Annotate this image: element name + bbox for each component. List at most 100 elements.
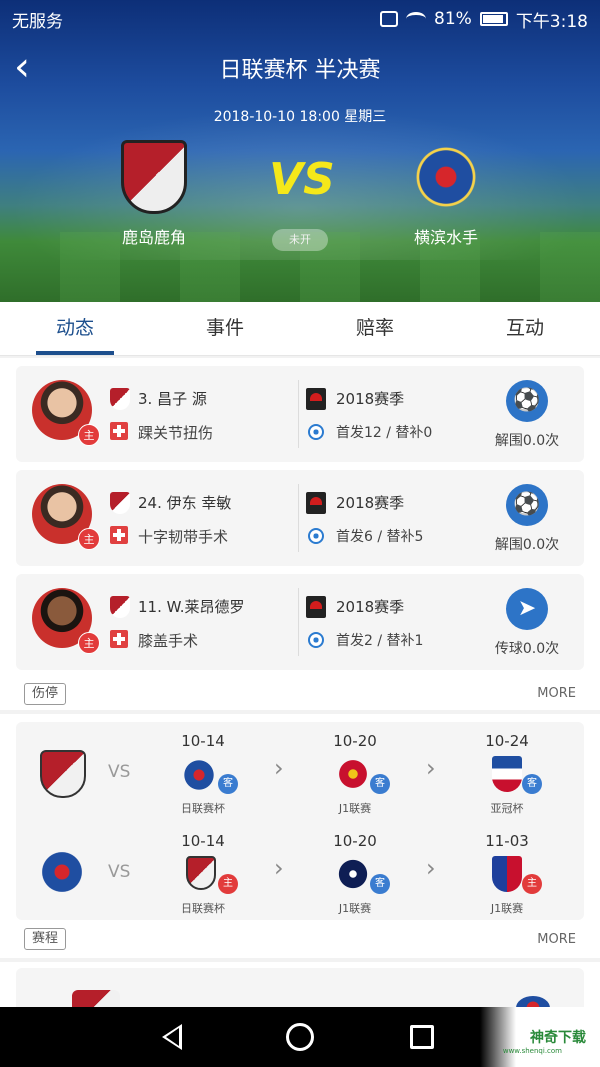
j-league-icon: [306, 596, 326, 618]
away-badge: 客: [522, 774, 542, 794]
pass-icon: ➤: [506, 588, 548, 630]
marinos-crest-icon: [516, 996, 550, 1007]
player-name: 11. W.莱昂德罗: [138, 598, 245, 616]
nav-home-icon[interactable]: [286, 1023, 314, 1051]
competition-label: J1联赛: [490, 902, 524, 915]
urawa-crest-icon[interactable]: [336, 756, 370, 792]
away-badge: 客: [370, 774, 390, 794]
away-team[interactable]: 横滨水手: [376, 140, 516, 248]
kashima-crest-icon: [72, 990, 120, 1007]
appearances: 首发12 / 替补0: [336, 425, 433, 441]
tab-bar: 动态 事件 赔率 互动: [0, 302, 600, 356]
injury-card[interactable]: 主 3. 昌子 源 踝关节扭伤 2018赛季 首发12 / 替补0 ⚽ 解围0.…: [16, 366, 584, 462]
football-icon: [308, 632, 324, 648]
kashima-crest-icon: [40, 750, 86, 798]
football-icon: [308, 528, 324, 544]
fixture-date: 10-24: [485, 732, 529, 750]
schedule-more-link[interactable]: MORE: [537, 932, 576, 947]
medical-cross-icon: [110, 526, 128, 544]
football-icon: [308, 424, 324, 440]
fixture-date: 10-20: [333, 832, 377, 850]
divider: [298, 588, 299, 656]
divider: [298, 484, 299, 552]
j-league-icon: [306, 492, 326, 514]
away-badge: 客: [370, 874, 390, 894]
vs-label: VS: [108, 862, 131, 882]
medical-cross-icon: [110, 422, 128, 440]
injury-type: 踝关节扭伤: [138, 424, 214, 442]
kashima-crest-icon: [110, 388, 130, 410]
schedule-tag: 赛程: [24, 928, 67, 950]
competition-label: 亚冠杯: [490, 802, 524, 815]
home-badge: 主: [78, 528, 100, 550]
preview-card[interactable]: [16, 968, 584, 1007]
medical-cross-icon: [110, 630, 128, 648]
nav-recent-icon[interactable]: [410, 1025, 434, 1049]
stat-value: 解围0.0次: [494, 433, 560, 449]
kashima-crest-icon: [110, 596, 130, 618]
competition-label: 日联赛杯: [181, 902, 225, 915]
battery-icon: [479, 12, 508, 26]
nav-back-icon[interactable]: [162, 1024, 182, 1050]
home-badge: 主: [78, 632, 100, 654]
match-datetime: 2018-10-10 18:00 星期三: [213, 109, 387, 125]
tab-interaction[interactable]: 互动: [450, 302, 600, 355]
fixture-date: 11-03: [485, 832, 529, 850]
schedule-section: VS 10-14 客 日联赛杯 › 10-20 客 J1联赛 › 10-24 客…: [0, 714, 600, 958]
injury-card[interactable]: 主 11. W.莱昂德罗 膝盖手术 2018赛季 首发2 / 替补1 ➤ 传球0…: [16, 574, 584, 670]
injury-tag: 伤停: [24, 683, 67, 705]
wifi-icon: [406, 12, 427, 26]
kashima-crest-icon: [110, 492, 130, 514]
gamba-crest-icon[interactable]: [336, 856, 370, 892]
home-badge: 主: [522, 874, 542, 894]
appearances: 首发2 / 替补1: [336, 633, 424, 649]
competition-label: J1联赛: [338, 902, 372, 915]
status-bar: 无服务 81% 下午3:18: [0, 0, 600, 38]
stat-value: 解围0.0次: [494, 537, 560, 553]
fixture-date: 10-14: [181, 832, 225, 850]
marinos-crest-icon: [413, 146, 479, 208]
match-status-badge: 未开: [272, 229, 328, 251]
suwon-crest-icon[interactable]: [492, 756, 522, 792]
marinos-crest-icon[interactable]: [182, 758, 216, 792]
player-name: 24. 伊东 幸敏: [138, 494, 232, 512]
watermark-logo: 神奇下载 www.shenqi.com: [480, 1007, 600, 1067]
carrier-text: 无服务: [12, 11, 63, 32]
tab-events[interactable]: 事件: [150, 302, 300, 355]
next-section-preview: [0, 962, 600, 1007]
fc-tokyo-crest-icon[interactable]: [492, 856, 522, 892]
chevron-right-icon: ›: [274, 854, 284, 882]
home-team[interactable]: 鹿岛鹿角: [84, 140, 224, 248]
injury-card[interactable]: 主 24. 伊东 幸敏 十字韧带手术 2018赛季 首发6 / 替补5 ⚽ 解围…: [16, 470, 584, 566]
vibrate-icon: [380, 11, 399, 27]
divider: [298, 380, 299, 448]
chevron-right-icon: ›: [426, 854, 436, 882]
schedule-box: VS 10-14 客 日联赛杯 › 10-20 客 J1联赛 › 10-24 客…: [16, 722, 584, 920]
vs-label: VS: [108, 762, 131, 782]
competition-label: J1联赛: [338, 802, 372, 815]
stat-value: 传球0.0次: [494, 641, 560, 657]
clearance-icon: ⚽: [506, 380, 548, 422]
competition-label: 日联赛杯: [181, 802, 225, 815]
home-badge: 主: [218, 874, 238, 894]
watermark-text: 神奇下载: [530, 1030, 586, 1046]
app-screen: 无服务 81% 下午3:18 ‹ 日联赛杯 半决赛 2018-10-10 18:…: [0, 0, 600, 1067]
match-header: 无服务 81% 下午3:18 ‹ 日联赛杯 半决赛 2018-10-10 18:…: [0, 0, 600, 302]
season-label: 2018赛季: [336, 598, 405, 616]
away-team-name: 横滨水手: [413, 228, 478, 247]
kashima-crest-icon[interactable]: [186, 856, 216, 890]
tab-dynamics[interactable]: 动态: [0, 302, 150, 355]
season-label: 2018赛季: [336, 390, 405, 408]
injury-more-link[interactable]: MORE: [537, 686, 576, 701]
tab-odds[interactable]: 赔率: [300, 302, 450, 355]
season-label: 2018赛季: [336, 494, 405, 512]
fixture-date: 10-20: [333, 732, 377, 750]
watermark-url: www.shenqi.com: [502, 1047, 562, 1055]
injury-type: 十字韧带手术: [138, 528, 229, 546]
marinos-crest-icon: [38, 850, 86, 894]
clearance-icon: ⚽: [506, 484, 548, 526]
match-title: 日联赛杯 半决赛: [219, 58, 381, 83]
chevron-right-icon: ›: [426, 754, 436, 782]
away-badge: 客: [218, 774, 238, 794]
chevron-right-icon: ›: [274, 754, 284, 782]
